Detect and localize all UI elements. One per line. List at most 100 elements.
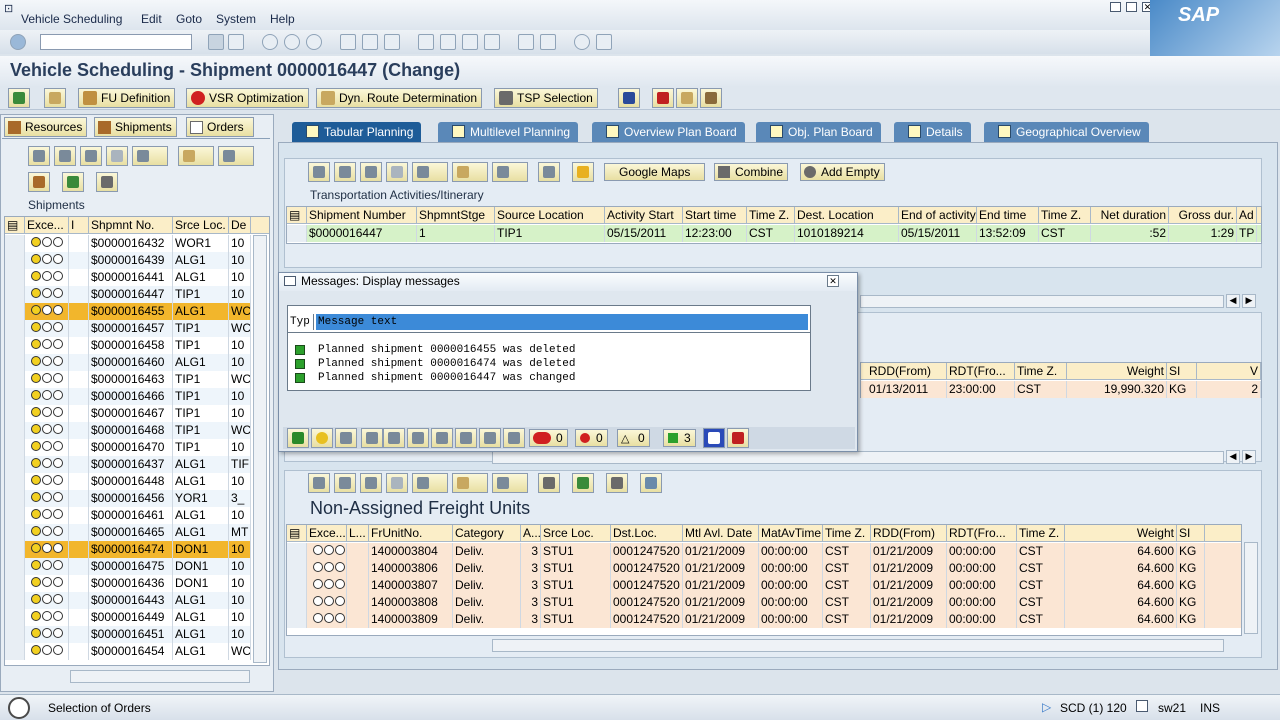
column-header[interactable]: Net duration xyxy=(1091,207,1169,224)
row-selector[interactable] xyxy=(5,439,25,456)
table-row[interactable]: $0000016447 TIP1 10 xyxy=(5,286,251,303)
system-list-icon[interactable] xyxy=(1136,700,1148,712)
table-row[interactable]: $0000016441 ALG1 10 xyxy=(5,269,251,286)
row-selector[interactable] xyxy=(5,252,25,269)
row-selector[interactable] xyxy=(5,320,25,337)
left-vertical-scrollbar[interactable] xyxy=(253,235,267,663)
input-mode[interactable]: INS xyxy=(1200,701,1220,715)
find-next-icon[interactable] xyxy=(384,34,400,50)
minimize-icon[interactable] xyxy=(1110,2,1121,12)
row-selector[interactable] xyxy=(5,473,25,490)
tab-details[interactable]: Details xyxy=(894,122,971,142)
col-shipment-no[interactable]: Shpmnt No. xyxy=(89,217,173,234)
left-layout-dropdown[interactable] xyxy=(178,146,214,166)
column-header[interactable]: L... xyxy=(347,525,369,542)
help-button[interactable] xyxy=(311,428,333,448)
col-time-zone[interactable]: Time Z. xyxy=(1015,363,1067,380)
column-header[interactable]: Dst.Loc. xyxy=(611,525,683,542)
tool-button-1[interactable] xyxy=(652,88,674,108)
table-row[interactable]: $0000016432 WOR1 10 xyxy=(5,235,251,252)
table-row[interactable]: 1400003809 Deliv. 3 STU1 0001247520 01/21/200… xyxy=(287,611,1241,628)
table-row[interactable]: $0000016475 DON1 10 xyxy=(5,558,251,575)
table-row[interactable]: $0000016436 DON1 10 xyxy=(5,575,251,592)
restore-icon[interactable] xyxy=(1126,2,1137,12)
first-page-icon[interactable] xyxy=(418,34,434,50)
table-row[interactable]: 1400003804 Deliv. 3 STU1 0001247520 01/21/200… xyxy=(287,543,1241,560)
bottom-vertical-scrollbar[interactable] xyxy=(1244,542,1258,634)
add-empty-button[interactable]: Add Empty xyxy=(800,163,885,181)
col-type[interactable]: Typ xyxy=(288,314,314,330)
bottom-print-button[interactable] xyxy=(308,473,330,493)
row-selector[interactable] xyxy=(5,269,25,286)
info-button[interactable] xyxy=(703,428,725,448)
combine-button[interactable]: Combine xyxy=(714,163,789,181)
table-row[interactable]: $0000016461 ALG1 10 xyxy=(5,507,251,524)
technical-info-button[interactable] xyxy=(335,428,357,448)
row-selector[interactable] xyxy=(287,577,307,594)
tool-button-3[interactable] xyxy=(700,88,722,108)
vsr-optimization-button[interactable]: VSR Optimization xyxy=(186,88,309,108)
table-row[interactable]: $0000016465 ALG1 MT xyxy=(5,524,251,541)
back-icon[interactable] xyxy=(208,34,224,50)
row-selector[interactable] xyxy=(287,594,307,611)
new-session-icon[interactable] xyxy=(518,34,534,50)
left-print-button[interactable] xyxy=(28,146,50,166)
top-horizontal-scrollbar[interactable] xyxy=(860,295,1224,308)
top-filter-dropdown[interactable] xyxy=(412,162,448,182)
table-row[interactable]: $0000016455 ALG1 WC xyxy=(5,303,251,320)
column-header[interactable]: Source Location xyxy=(495,207,605,224)
column-header[interactable]: Srce Loc. xyxy=(541,525,611,542)
refresh-button[interactable] xyxy=(618,88,640,108)
middle-horizontal-scrollbar[interactable] xyxy=(492,451,1224,464)
help-icon[interactable] xyxy=(574,34,590,50)
left-find-next-button[interactable] xyxy=(106,146,128,166)
bottom-filter-button[interactable] xyxy=(334,473,356,493)
column-header[interactable]: Time Z. xyxy=(1039,207,1091,224)
row-selector[interactable] xyxy=(5,235,25,252)
shortcut-icon[interactable] xyxy=(540,34,556,50)
edit-button[interactable] xyxy=(44,88,66,108)
col-weight[interactable]: Weight xyxy=(1067,363,1167,380)
tab-orders[interactable]: Orders xyxy=(186,117,254,137)
row-selector[interactable] xyxy=(5,388,25,405)
top-export-dropdown[interactable] xyxy=(492,162,528,182)
row-selector[interactable] xyxy=(5,286,25,303)
column-header[interactable]: Start time xyxy=(683,207,747,224)
tab-tabular-planning[interactable]: Tabular Planning xyxy=(292,122,422,142)
bottom-export-dropdown[interactable] xyxy=(492,473,528,493)
sort-button[interactable] xyxy=(407,428,429,448)
message-row[interactable]: Planned shipment 0000016447 was changed xyxy=(288,372,808,386)
scroll-left-icon[interactable]: ◀ xyxy=(1226,450,1240,464)
tab-obj-plan-board[interactable]: Obj. Plan Board xyxy=(756,122,881,142)
left-lock-button[interactable] xyxy=(96,172,118,192)
row-selector[interactable] xyxy=(5,507,25,524)
column-header[interactable]: RDD(From) xyxy=(871,525,947,542)
print-button[interactable] xyxy=(383,428,405,448)
table-row[interactable]: $0000016458 TIP1 10 xyxy=(5,337,251,354)
top-edit-button[interactable] xyxy=(572,162,594,182)
left-flag-button[interactable] xyxy=(62,172,84,192)
google-maps-button[interactable]: Google Maps xyxy=(604,163,706,181)
column-header[interactable]: Time Z. xyxy=(1017,525,1065,542)
menu-help[interactable]: Help xyxy=(270,12,295,26)
table-row[interactable]: 01/13/2011 23:00:00 CST 19,990.320 KG 2 xyxy=(861,381,1261,398)
find-next-button[interactable] xyxy=(503,428,525,448)
continue-button[interactable] xyxy=(287,428,309,448)
table-row[interactable]: $0000016468 TIP1 WC xyxy=(5,422,251,439)
nav-back-icon[interactable] xyxy=(262,34,278,50)
column-header[interactable]: FrUnitNo. xyxy=(369,525,453,542)
row-selector[interactable] xyxy=(287,225,307,242)
save-icon[interactable] xyxy=(228,34,244,50)
last-page-icon[interactable] xyxy=(484,34,500,50)
column-header[interactable]: Activity Start xyxy=(605,207,683,224)
expand-icon[interactable]: ▷ xyxy=(1042,700,1051,714)
col-indicator[interactable]: I xyxy=(69,217,89,234)
row-selector[interactable] xyxy=(5,558,25,575)
top-filter-button[interactable] xyxy=(334,162,356,182)
row-selector[interactable] xyxy=(5,575,25,592)
table-row[interactable]: 1400003806 Deliv. 3 STU1 0001247520 01/21/200… xyxy=(287,560,1241,577)
left-filter-dropdown[interactable] xyxy=(132,146,168,166)
table-row[interactable]: $0000016451 ALG1 10 xyxy=(5,626,251,643)
exit-icon[interactable] xyxy=(284,34,300,50)
bottom-lock-button[interactable] xyxy=(606,473,628,493)
